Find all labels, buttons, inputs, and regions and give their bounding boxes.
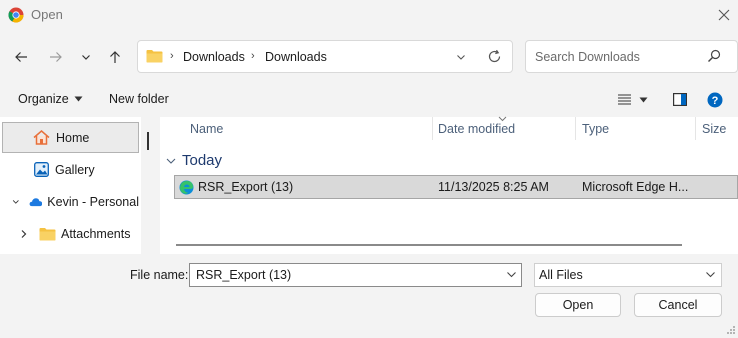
chevron-down-icon[interactable] [12,197,20,207]
preview-pane-icon[interactable] [673,93,687,106]
file-name-input[interactable]: RSR_Export (13) [189,263,522,287]
file-type-value: All Files [539,268,583,282]
file-list: Name Date modified Type Size Today RSR_E… [160,116,738,254]
column-divider[interactable] [575,117,576,140]
open-button[interactable]: Open [535,293,621,317]
arrow-up-icon [110,51,120,63]
file-name-label: File name: [130,268,189,282]
sidebar-item-label: Home [56,130,90,145]
sidebar-item-home[interactable]: Home [2,122,139,153]
address-bar[interactable]: › Downloads › Downloads [137,40,513,73]
breadcrumb-item[interactable]: Downloads [265,50,327,64]
chevron-down-icon [706,272,715,278]
cancel-button[interactable]: Cancel [634,293,722,317]
close-icon [718,9,730,21]
title-bar [0,0,738,30]
search-icon[interactable] [707,49,721,63]
edge-icon [179,180,194,195]
search-placeholder[interactable]: Search Downloads [535,50,640,64]
folder-icon [146,50,163,63]
breadcrumb-chevron-icon: › [251,50,255,62]
file-name: RSR_Export (13) [198,180,294,194]
chevron-down-icon [82,55,90,60]
onedrive-cloud-icon [29,197,42,206]
list-view-icon [618,94,631,105]
caret-down-icon [639,97,648,102]
forward-button[interactable] [44,45,68,69]
table-row[interactable]: RSR_Export (13) 11/13/2025 8:25 AM Micro… [174,175,738,199]
horizontal-scrollbar[interactable] [176,244,682,246]
pane-splitter[interactable] [147,132,149,150]
close-button[interactable] [710,2,738,28]
view-options-button[interactable] [618,94,648,105]
group-header-today[interactable]: Today [166,152,222,169]
sidebar-item-attachments[interactable]: Attachments [2,218,139,249]
home-icon [33,130,50,145]
chevron-down-icon [166,158,176,164]
recent-locations-button[interactable] [74,45,98,69]
gallery-icon [34,162,49,177]
column-header-type[interactable]: Type [582,122,609,136]
search-box[interactable]: Search Downloads [525,40,738,73]
breadcrumb-chevron-icon: › [170,50,174,62]
back-button[interactable] [9,45,33,69]
up-button[interactable] [103,45,127,69]
sidebar-item-label: Attachments [61,226,131,241]
resize-grip-icon[interactable] [726,325,736,335]
breadcrumb-item[interactable]: Downloads [183,50,245,64]
group-label: Today [182,152,223,169]
arrow-left-icon [15,52,27,62]
organize-label: Organize [18,92,69,106]
sidebar-item-label: Gallery [55,162,95,177]
file-type-filter[interactable]: All Files [534,263,722,287]
column-divider[interactable] [695,117,696,140]
file-type: Microsoft Edge H... [582,180,689,194]
window-title: Open [31,7,63,22]
chrome-icon [8,7,24,23]
folder-icon [39,227,56,240]
chevron-right-icon[interactable] [20,229,28,239]
sidebar-item-kevin-personal[interactable]: Kevin - Personal [2,186,139,217]
organize-menu[interactable]: Organize [18,92,83,106]
navigation-pane: Home Gallery Kevin - Personal Attachment… [0,117,141,254]
column-header-size[interactable]: Size [702,122,726,136]
new-folder-button[interactable]: New folder [109,92,169,106]
caret-down-icon [74,96,83,102]
sidebar-item-gallery[interactable]: Gallery [2,154,139,185]
chevron-down-icon[interactable] [456,52,466,62]
help-icon[interactable]: ? [707,92,723,108]
chevron-down-icon[interactable] [506,269,517,280]
column-header-name[interactable]: Name [190,122,223,136]
svg-text:?: ? [712,95,719,107]
arrow-right-icon [50,52,62,62]
column-header-date-modified[interactable]: Date modified [438,122,515,136]
column-divider[interactable] [432,117,433,140]
refresh-icon[interactable] [487,49,502,64]
file-name-value[interactable]: RSR_Export (13) [196,268,291,282]
file-date: 11/13/2025 8:25 AM [438,180,549,194]
sidebar-item-label: Kevin - Personal [47,194,139,209]
